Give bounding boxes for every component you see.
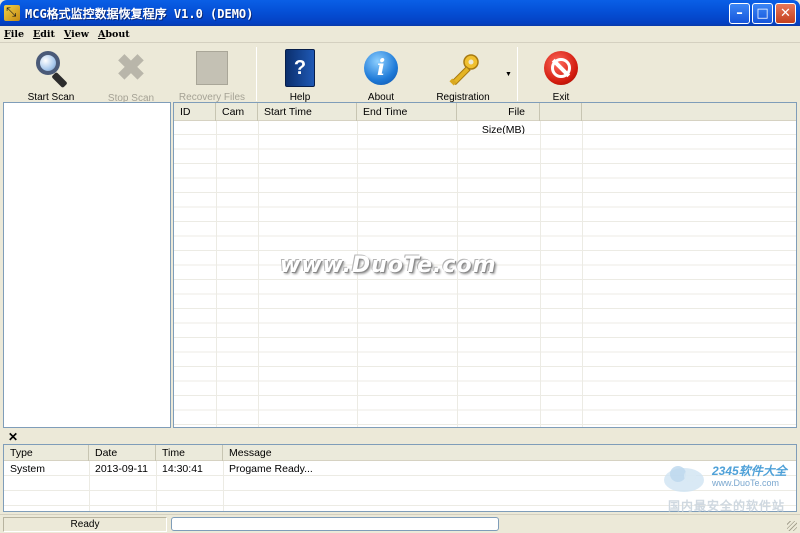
device-tree-pane[interactable] [3,102,171,428]
column-id[interactable]: ID [174,103,216,121]
column-cam[interactable]: Cam [216,103,258,121]
menu-bar: File Edit View About [0,26,800,42]
resize-grip-icon[interactable] [787,521,797,531]
column-blank [540,103,582,121]
title-bar[interactable]: MCG格式监控数据恢复程序 V1.0 (DEMO) – □ ✕ [0,0,800,26]
help-button[interactable]: ? Help [260,45,340,103]
close-button[interactable]: ✕ [775,3,796,24]
window-controls: – □ ✕ [729,3,796,24]
log-column-message[interactable]: Message [223,445,796,461]
site-brand: 2345软件大全 [712,464,787,478]
mascot-logo-icon [664,466,704,492]
key-icon [444,49,482,86]
log-column-type[interactable]: Type [4,445,89,461]
column-file-size[interactable]: File Size(MB) [457,103,540,136]
progress-bar [171,517,499,531]
column-start-time[interactable]: Start Time [258,103,357,121]
window-title: MCG格式监控数据恢复程序 V1.0 (DEMO) [25,6,254,21]
site-url: www.DuoTe.com [712,478,780,488]
toolbar-separator [256,47,257,101]
magnifier-icon [32,49,70,89]
exit-button[interactable]: Exit [521,45,601,103]
toolbar-separator [517,47,518,101]
center-watermark: www.DuoTe.com [280,253,497,278]
log-cell-time: 14:30:41 [162,463,203,475]
recovery-icon [193,49,231,86]
recovery-files-button[interactable]: Recovery Files [172,45,252,103]
maximize-button[interactable]: □ [752,3,773,24]
x-icon: ✖ [115,47,147,88]
help-book-icon: ? [281,49,319,87]
start-scan-button[interactable]: Start Scan [11,45,91,103]
menu-view[interactable]: View [64,29,89,40]
stop-scan-button[interactable]: ✖ Stop Scan [91,45,171,105]
status-text: Ready [3,517,167,532]
log-cell-message: Progame Ready... [229,463,313,475]
log-column-date[interactable]: Date [89,445,156,461]
about-button[interactable]: i About [341,45,421,103]
menu-edit[interactable]: Edit [33,29,55,40]
column-end-time[interactable]: End Time [357,103,457,121]
file-list-header: ID Cam Start Time End Time File Size(MB) [174,103,796,136]
log-close-button[interactable]: ✕ [8,430,18,444]
menu-about[interactable]: About [98,29,130,40]
app-icon[interactable] [4,4,20,21]
log-cell-type: System [10,463,46,475]
registration-button[interactable]: Registration [423,45,503,103]
minimize-button[interactable]: – [729,3,750,24]
registration-dropdown-arrow[interactable]: ▼ [505,71,512,78]
site-slogan: 国内最安全的软件站 [668,499,786,513]
log-column-time[interactable]: Time [156,445,223,461]
toolbar: Start Scan ✖ Stop Scan Recovery Files ? … [0,42,800,105]
menu-file[interactable]: File [4,29,24,40]
info-icon: i [362,49,400,86]
log-cell-date: 2013-09-11 [95,463,148,475]
stop-sign-icon [542,49,580,86]
status-bar: Ready [0,514,800,533]
